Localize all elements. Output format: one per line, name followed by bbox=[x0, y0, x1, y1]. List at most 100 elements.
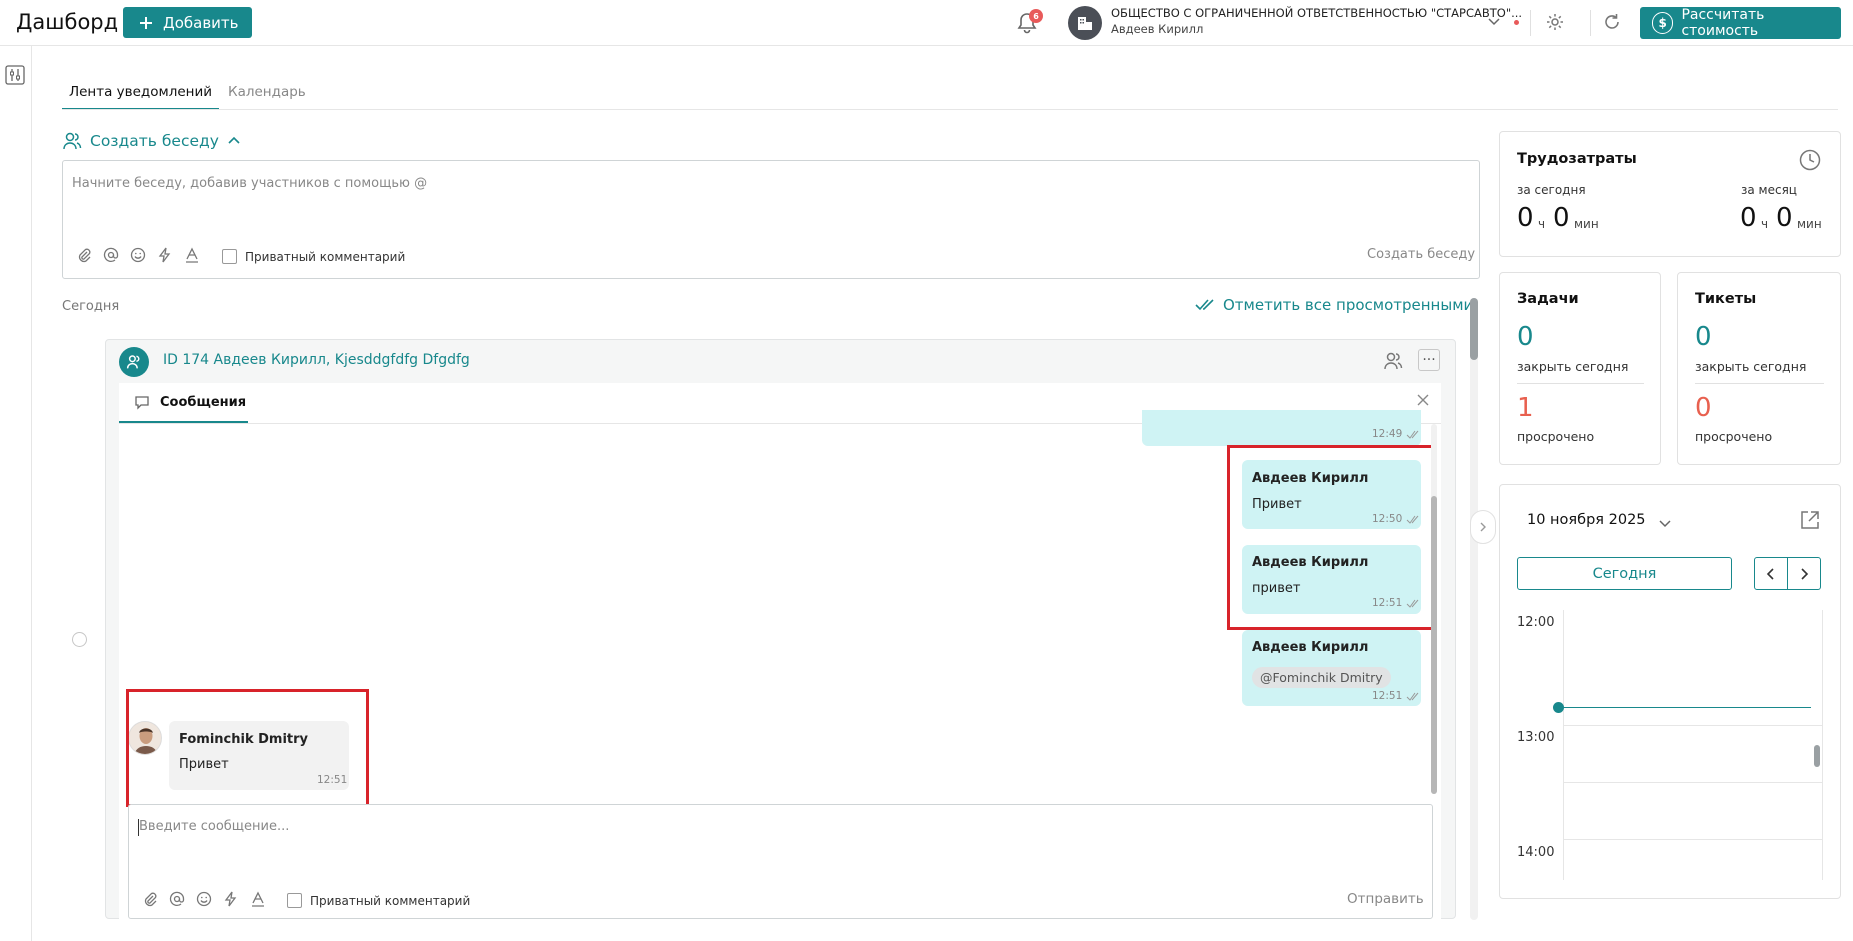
lightning-icon[interactable] bbox=[223, 891, 239, 907]
mark-all-viewed-label: Отметить все просмотренными bbox=[1223, 296, 1474, 314]
calendar-scrollbar-thumb[interactable] bbox=[1814, 745, 1820, 767]
tickets-title: Тикеты bbox=[1695, 291, 1757, 307]
calendar-grid-line bbox=[1563, 782, 1822, 783]
send-button[interactable]: Отправить bbox=[1347, 891, 1424, 907]
company-building-icon[interactable] bbox=[1068, 6, 1102, 40]
tab-messages-label: Сообщения bbox=[160, 394, 247, 410]
emoji-icon[interactable] bbox=[130, 247, 146, 263]
double-check-icon bbox=[1195, 298, 1215, 312]
private-comment-label: Приватный комментарий bbox=[310, 893, 471, 908]
members-icon[interactable] bbox=[1383, 351, 1403, 371]
private-comment-toggle[interactable]: Приватный комментарий bbox=[222, 249, 405, 264]
refresh-icon[interactable] bbox=[1602, 12, 1622, 32]
conversation-toolbar bbox=[76, 247, 200, 263]
labor-month-label: за месяц bbox=[1741, 183, 1797, 197]
labor-today-hours: 0 bbox=[1517, 203, 1534, 233]
chevron-right-icon bbox=[1799, 567, 1809, 581]
tab-calendar[interactable]: Календарь bbox=[228, 80, 306, 110]
private-comment-checkbox[interactable] bbox=[222, 249, 237, 264]
tab-notification-feed[interactable]: Лента уведомлений bbox=[62, 80, 219, 110]
current-time-marker bbox=[1553, 702, 1564, 713]
tasks-overdue-count[interactable]: 1 bbox=[1517, 393, 1534, 423]
users-icon bbox=[62, 131, 82, 151]
calendar-prev-button[interactable] bbox=[1754, 557, 1788, 590]
calendar-card bbox=[1499, 484, 1841, 899]
double-check-icon bbox=[1406, 692, 1419, 701]
select-conversation-radio[interactable] bbox=[72, 632, 87, 647]
calculate-cost-button[interactable]: $ Рассчитать стоимость bbox=[1640, 7, 1841, 39]
current-time-line bbox=[1558, 707, 1811, 708]
calendar-date[interactable]: 10 ноября 2025 bbox=[1527, 512, 1646, 528]
messages-scrollbar-thumb[interactable] bbox=[1431, 496, 1437, 794]
labor-today-minutes: 0 bbox=[1553, 203, 1570, 233]
feed-scrollbar[interactable] bbox=[1470, 298, 1478, 920]
calendar-next-button[interactable] bbox=[1787, 557, 1821, 590]
chevron-right-icon bbox=[1478, 521, 1488, 533]
private-comment-checkbox[interactable] bbox=[287, 893, 302, 908]
external-link-icon[interactable] bbox=[1799, 509, 1821, 531]
left-rail bbox=[0, 46, 32, 941]
emoji-icon[interactable] bbox=[196, 891, 212, 907]
paperclip-icon[interactable] bbox=[142, 891, 158, 907]
close-icon[interactable] bbox=[1416, 393, 1430, 407]
create-conversation-submit[interactable]: Создать беседу bbox=[1367, 247, 1475, 262]
status-dot bbox=[1514, 20, 1519, 25]
create-conversation-placeholder: Начните беседу, добавив участников с пом… bbox=[72, 176, 428, 191]
highlight-box bbox=[126, 689, 369, 807]
hours-unit: ч bbox=[1761, 217, 1769, 231]
current-user-name: Авдеев Кирилл bbox=[1111, 22, 1204, 36]
text-format-icon[interactable] bbox=[250, 891, 266, 907]
tabs-divider bbox=[62, 109, 1838, 110]
message-input-placeholder: Введите сообщение... bbox=[139, 819, 290, 834]
filter-settings-icon[interactable] bbox=[5, 65, 25, 85]
feed-scrollbar-thumb[interactable] bbox=[1470, 298, 1478, 360]
calendar-grid-line bbox=[1563, 839, 1822, 840]
tab-messages[interactable]: Сообщения bbox=[119, 383, 248, 423]
tickets-close-today-count[interactable]: 0 bbox=[1695, 322, 1712, 352]
tasks-divider bbox=[1517, 383, 1644, 384]
calendar-grid-line bbox=[1563, 725, 1822, 726]
gear-icon[interactable] bbox=[1545, 12, 1565, 32]
add-button-label: Добавить bbox=[163, 13, 239, 32]
create-conversation-label: Создать беседу bbox=[90, 132, 219, 150]
clock-icon[interactable] bbox=[1799, 149, 1821, 171]
mark-all-viewed-button[interactable]: Отметить все просмотренными bbox=[1195, 296, 1473, 314]
conversation-title[interactable]: ID 174 Авдеев Кирилл, Kjesddgfdfg Dfgdfg bbox=[163, 352, 470, 368]
tasks-close-today-label: закрыть сегодня bbox=[1517, 359, 1629, 374]
calendar-today-button[interactable]: Сегодня bbox=[1517, 557, 1732, 590]
double-check-icon bbox=[1406, 430, 1419, 439]
collapse-panel-handle[interactable] bbox=[1470, 510, 1496, 544]
private-comment-toggle[interactable]: Приватный комментарий bbox=[287, 893, 470, 908]
tasks-close-today-count[interactable]: 0 bbox=[1517, 322, 1534, 352]
create-conversation-toggle[interactable]: Создать беседу bbox=[62, 131, 241, 151]
chat-bubble-icon bbox=[134, 394, 150, 410]
chevron-down-icon[interactable] bbox=[1658, 516, 1672, 530]
tickets-close-today-label: закрыть сегодня bbox=[1695, 359, 1807, 374]
page-title: Дашборд bbox=[16, 10, 119, 34]
header-divider bbox=[1590, 10, 1591, 36]
at-icon[interactable] bbox=[103, 247, 119, 263]
labor-month-hours: 0 bbox=[1740, 203, 1757, 233]
more-options-icon[interactable]: ··· bbox=[1418, 349, 1440, 371]
minutes-unit: мин bbox=[1797, 217, 1822, 231]
tickets-overdue-label: просрочено bbox=[1695, 429, 1773, 444]
mention-chip[interactable]: @Fominchik Dmitry bbox=[1252, 667, 1391, 688]
text-format-icon[interactable] bbox=[184, 247, 200, 263]
private-comment-label: Приватный комментарий bbox=[245, 249, 406, 264]
add-button[interactable]: Добавить bbox=[123, 7, 252, 38]
at-icon[interactable] bbox=[169, 891, 185, 907]
tasks-overdue-label: просрочено bbox=[1517, 429, 1595, 444]
labor-costs-title: Трудозатраты bbox=[1517, 151, 1637, 167]
calculate-cost-label: Рассчитать стоимость bbox=[1681, 7, 1765, 39]
company-name[interactable]: ОБЩЕСТВО С ОГРАНИЧЕННОЙ ОТВЕТСТВЕННОСТЬЮ… bbox=[1111, 6, 1522, 20]
chevron-down-icon[interactable] bbox=[1487, 14, 1501, 28]
minutes-unit: мин bbox=[1574, 217, 1599, 231]
paperclip-icon[interactable] bbox=[76, 247, 92, 263]
lightning-icon[interactable] bbox=[157, 247, 173, 263]
tickets-overdue-count[interactable]: 0 bbox=[1695, 393, 1712, 423]
top-header bbox=[0, 0, 1853, 46]
message-sender: Авдеев Кирилл bbox=[1252, 640, 1369, 655]
feed-date-label: Сегодня bbox=[62, 299, 120, 314]
message-time: 12:51 bbox=[1372, 690, 1419, 702]
chevron-up-icon bbox=[227, 134, 241, 148]
